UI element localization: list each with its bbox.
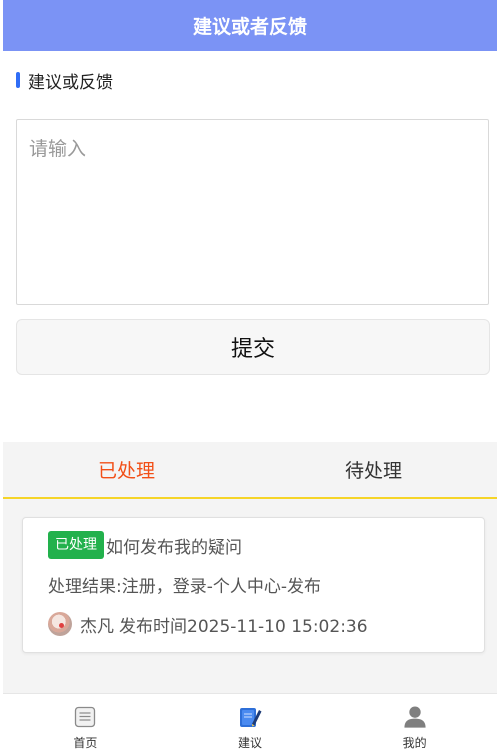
notebook-pen-icon [237, 704, 263, 730]
section-accent-bar [16, 72, 20, 88]
nav-item-mine-label: 我的 [402, 736, 427, 750]
home-doc-icon [72, 704, 98, 730]
tab-pending[interactable]: 待处理 [250, 442, 497, 497]
bottom-nav: 首页 建议 我的 [3, 693, 497, 756]
form-section-title: 建议或反馈 [16, 68, 113, 93]
nav-item-suggest-label: 建议 [238, 736, 263, 750]
feedback-title: 如何发布我的疑问 [106, 537, 242, 558]
nav-item-home[interactable]: 首页 [3, 694, 168, 756]
feedback-card[interactable]: 已处理 如何发布我的疑问 处理结果:注册，登录-个人中心-发布 杰凡 发布时间2… [22, 517, 485, 653]
nav-item-suggest[interactable]: 建议 [168, 694, 333, 756]
feedback-textarea[interactable] [16, 119, 489, 305]
status-tabs: 已处理 待处理 [3, 442, 497, 499]
tab-processed[interactable]: 已处理 [3, 442, 250, 497]
feedback-card-title-row: 已处理 如何发布我的疑问 [48, 531, 242, 559]
author-name: 杰凡 [80, 616, 114, 637]
feedback-list: 已处理 如何发布我的疑问 处理结果:注册，登录-个人中心-发布 杰凡 发布时间2… [3, 499, 497, 694]
feedback-result: 处理结果:注册，登录-个人中心-发布 [48, 577, 321, 597]
user-icon [402, 704, 428, 730]
nav-item-home-label: 首页 [73, 736, 98, 750]
avatar [48, 612, 72, 636]
feedback-meta: 杰凡 发布时间2025-11-10 15:02:36 [48, 610, 368, 638]
page-title: 建议或者反馈 [192, 16, 307, 38]
page-header: 建议或者反馈 [3, 0, 497, 51]
submit-button[interactable]: 提交 [16, 319, 490, 375]
section-title-label: 建议或反馈 [28, 72, 113, 93]
status-badge: 已处理 [48, 531, 104, 559]
nav-item-mine[interactable]: 我的 [332, 694, 497, 756]
publish-time: 发布时间2025-11-10 15:02:36 [119, 616, 368, 637]
